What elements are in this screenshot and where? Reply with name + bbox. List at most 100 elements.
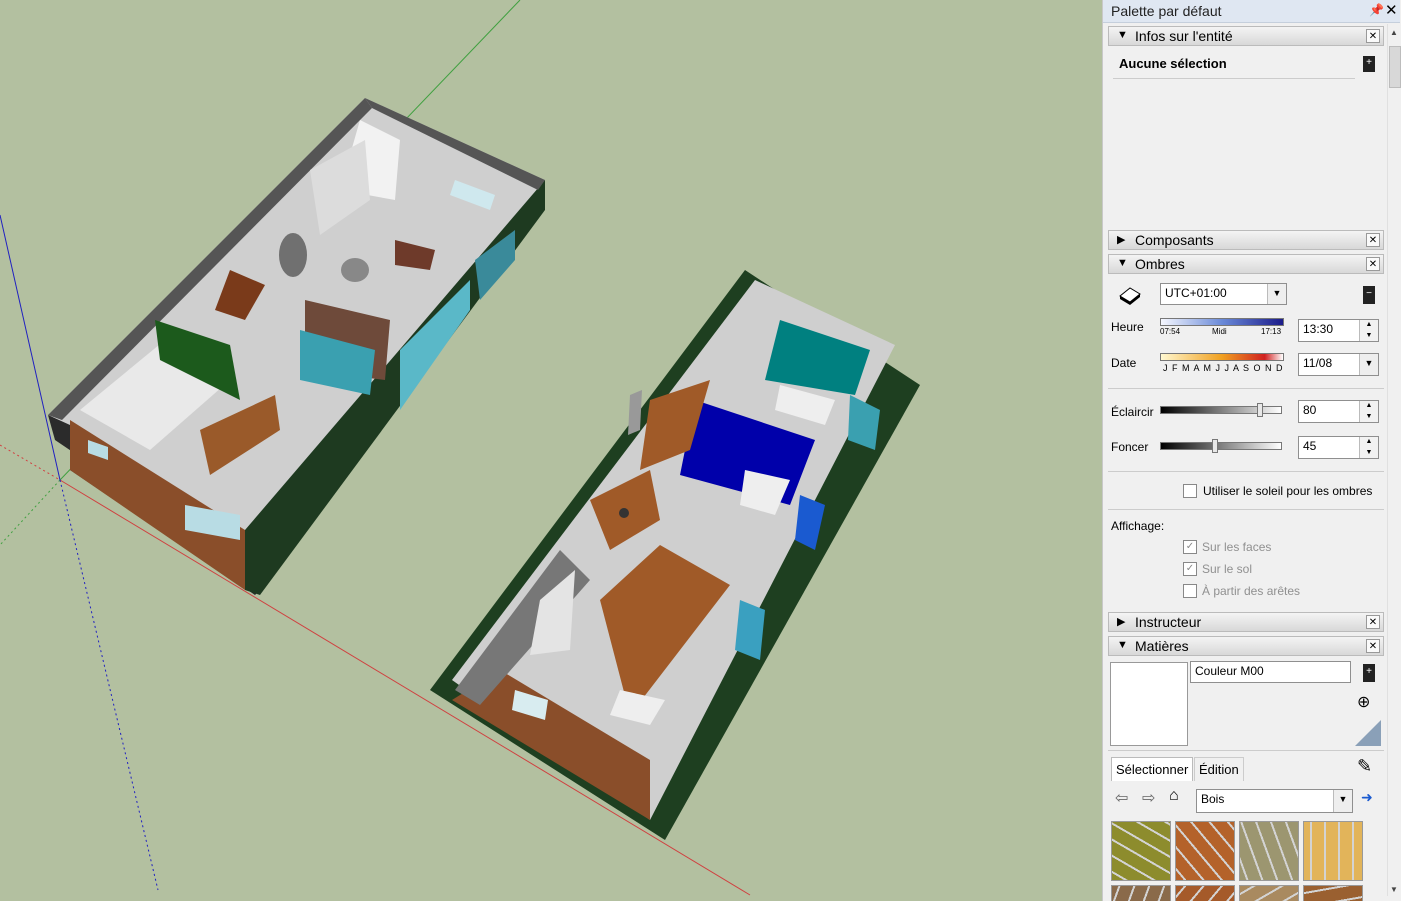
- pin-icon[interactable]: 📌: [1369, 3, 1384, 17]
- date-select[interactable]: 11/08 ▼: [1298, 353, 1379, 376]
- close-section-icon[interactable]: ✕: [1366, 639, 1380, 653]
- material-name-input[interactable]: Couleur M00: [1190, 661, 1351, 683]
- date-slider[interactable]: [1160, 353, 1284, 361]
- light-label: Éclaircir: [1111, 405, 1154, 419]
- timezone-value: UTC+01:00: [1165, 286, 1227, 300]
- light-slider[interactable]: [1160, 406, 1282, 414]
- tab-edit[interactable]: Édition: [1194, 757, 1244, 781]
- material-swatch[interactable]: [1111, 821, 1171, 881]
- tab-select[interactable]: Sélectionner: [1111, 757, 1194, 781]
- time-mid: Midi: [1212, 327, 1227, 336]
- back-arrow-icon[interactable]: ⇦: [1115, 788, 1128, 808]
- dark-slider-handle[interactable]: [1211, 439, 1218, 453]
- house-model-right[interactable]: [430, 270, 920, 840]
- from-edges-checkbox[interactable]: [1183, 584, 1197, 598]
- material-swatch[interactable]: [1239, 885, 1299, 901]
- entity-info-header[interactable]: ▼ Infos sur l'entité ✕: [1108, 26, 1384, 46]
- blue-axis-dotted: [59, 479, 159, 891]
- materials-header[interactable]: ▼ Matières ✕: [1108, 636, 1384, 656]
- scroll-down-icon[interactable]: ▼: [1390, 885, 1398, 894]
- default-tray-panel: Palette par défaut 📌 ✕ ▲ ▼ ▼ Infos sur l…: [1102, 0, 1401, 901]
- dark-input[interactable]: 45 ▲ ▼: [1298, 436, 1379, 459]
- expanded-triangle-icon: ▼: [1117, 257, 1128, 269]
- shadows-header[interactable]: ▼ Ombres ✕: [1108, 254, 1384, 274]
- divider: [1108, 471, 1384, 472]
- chevron-down-icon: ▼: [1359, 354, 1378, 375]
- from-edges-label: À partir des arêtes: [1202, 584, 1301, 598]
- scroll-thumb[interactable]: [1389, 46, 1401, 88]
- details-arrow-icon[interactable]: ➜: [1361, 789, 1373, 806]
- model-canvas[interactable]: [0, 0, 1102, 901]
- library-value: Bois: [1201, 792, 1225, 806]
- dark-spinner[interactable]: ▲ ▼: [1359, 437, 1378, 458]
- light-value: 80: [1303, 403, 1317, 417]
- collapsed-triangle-icon: ▶: [1117, 234, 1126, 246]
- close-section-icon[interactable]: ✕: [1366, 615, 1380, 629]
- scroll-up-icon[interactable]: ▲: [1390, 28, 1398, 37]
- divider: [1108, 509, 1384, 510]
- time-start: 07:54: [1160, 327, 1181, 336]
- shadow-toggle-icon[interactable]: [1117, 284, 1143, 306]
- time-spinner[interactable]: ▲ ▼: [1359, 320, 1378, 341]
- on-ground-label: Sur le sol: [1202, 562, 1253, 576]
- date-label: Date: [1111, 356, 1137, 370]
- material-swatch[interactable]: [1239, 821, 1299, 881]
- light-spinner[interactable]: ▲ ▼: [1359, 401, 1378, 422]
- on-faces-label: Sur les faces: [1202, 540, 1272, 554]
- expanded-triangle-icon: ▼: [1117, 639, 1128, 651]
- use-sun-label: Utiliser le soleil pour les ombres: [1203, 484, 1373, 498]
- green-axis-dotted: [0, 479, 61, 546]
- collapsed-triangle-icon: ▶: [1117, 616, 1126, 628]
- divider: [1108, 750, 1384, 751]
- create-material-icon[interactable]: ⊕: [1357, 692, 1379, 714]
- material-swatch[interactable]: [1175, 821, 1235, 881]
- light-slider-handle[interactable]: [1257, 403, 1264, 417]
- blue-axis: [0, 214, 61, 481]
- on-ground-checkbox[interactable]: ✓: [1183, 562, 1197, 576]
- use-sun-checkbox[interactable]: [1183, 484, 1197, 498]
- close-section-icon[interactable]: ✕: [1366, 29, 1380, 43]
- instructor-header[interactable]: ▶ Instructeur ✕: [1108, 612, 1384, 632]
- panel-scrollbar[interactable]: ▲ ▼: [1387, 24, 1401, 896]
- close-section-icon[interactable]: ✕: [1366, 257, 1380, 271]
- tray-titlebar: Palette par défaut 📌 ✕: [1103, 0, 1400, 23]
- details-toggle-icon[interactable]: +: [1363, 664, 1375, 682]
- material-preview: [1110, 662, 1188, 746]
- dark-label: Foncer: [1111, 440, 1149, 454]
- material-swatch[interactable]: [1303, 821, 1363, 881]
- home-icon[interactable]: ⌂: [1169, 787, 1179, 805]
- forward-arrow-icon[interactable]: ⇨: [1142, 788, 1155, 808]
- shadows-label: Ombres: [1135, 256, 1185, 272]
- default-material-icon[interactable]: [1355, 720, 1381, 746]
- timezone-select[interactable]: UTC+01:00 ▼: [1160, 283, 1287, 305]
- entity-info-label: Infos sur l'entité: [1135, 28, 1233, 44]
- time-end: 17:13: [1261, 327, 1282, 336]
- material-swatch[interactable]: [1111, 885, 1171, 901]
- materials-label: Matières: [1135, 638, 1189, 654]
- material-name: Couleur M00: [1195, 664, 1264, 678]
- house-model-left[interactable]: [48, 98, 545, 595]
- time-input[interactable]: 13:30 ▲ ▼: [1298, 319, 1379, 342]
- material-swatch[interactable]: [1175, 885, 1235, 901]
- month-letters: J F M A M J J A S O N D: [1163, 363, 1284, 373]
- eyedropper-icon[interactable]: ✎: [1357, 756, 1372, 777]
- close-section-icon[interactable]: ✕: [1366, 233, 1380, 247]
- red-axis-dotted: [0, 444, 61, 481]
- dark-slider[interactable]: [1160, 442, 1282, 450]
- chevron-down-icon: ▼: [1333, 790, 1352, 812]
- on-faces-checkbox[interactable]: ✓: [1183, 540, 1197, 554]
- time-value: 13:30: [1303, 322, 1334, 336]
- light-input[interactable]: 80 ▲ ▼: [1298, 400, 1379, 423]
- expanded-triangle-icon: ▼: [1117, 29, 1128, 41]
- tray-title: Palette par défaut: [1111, 3, 1222, 19]
- components-label: Composants: [1135, 232, 1214, 248]
- details-toggle-icon[interactable]: +: [1363, 56, 1375, 72]
- material-swatch[interactable]: [1303, 885, 1363, 901]
- close-icon[interactable]: ✕: [1385, 1, 1398, 19]
- collapse-details-icon[interactable]: −: [1363, 286, 1375, 304]
- 3d-viewport[interactable]: [0, 0, 1102, 901]
- library-select[interactable]: Bois ▼: [1196, 789, 1353, 813]
- components-header[interactable]: ▶ Composants ✕: [1108, 230, 1384, 250]
- time-slider[interactable]: [1160, 318, 1284, 326]
- divider: [1113, 78, 1355, 79]
